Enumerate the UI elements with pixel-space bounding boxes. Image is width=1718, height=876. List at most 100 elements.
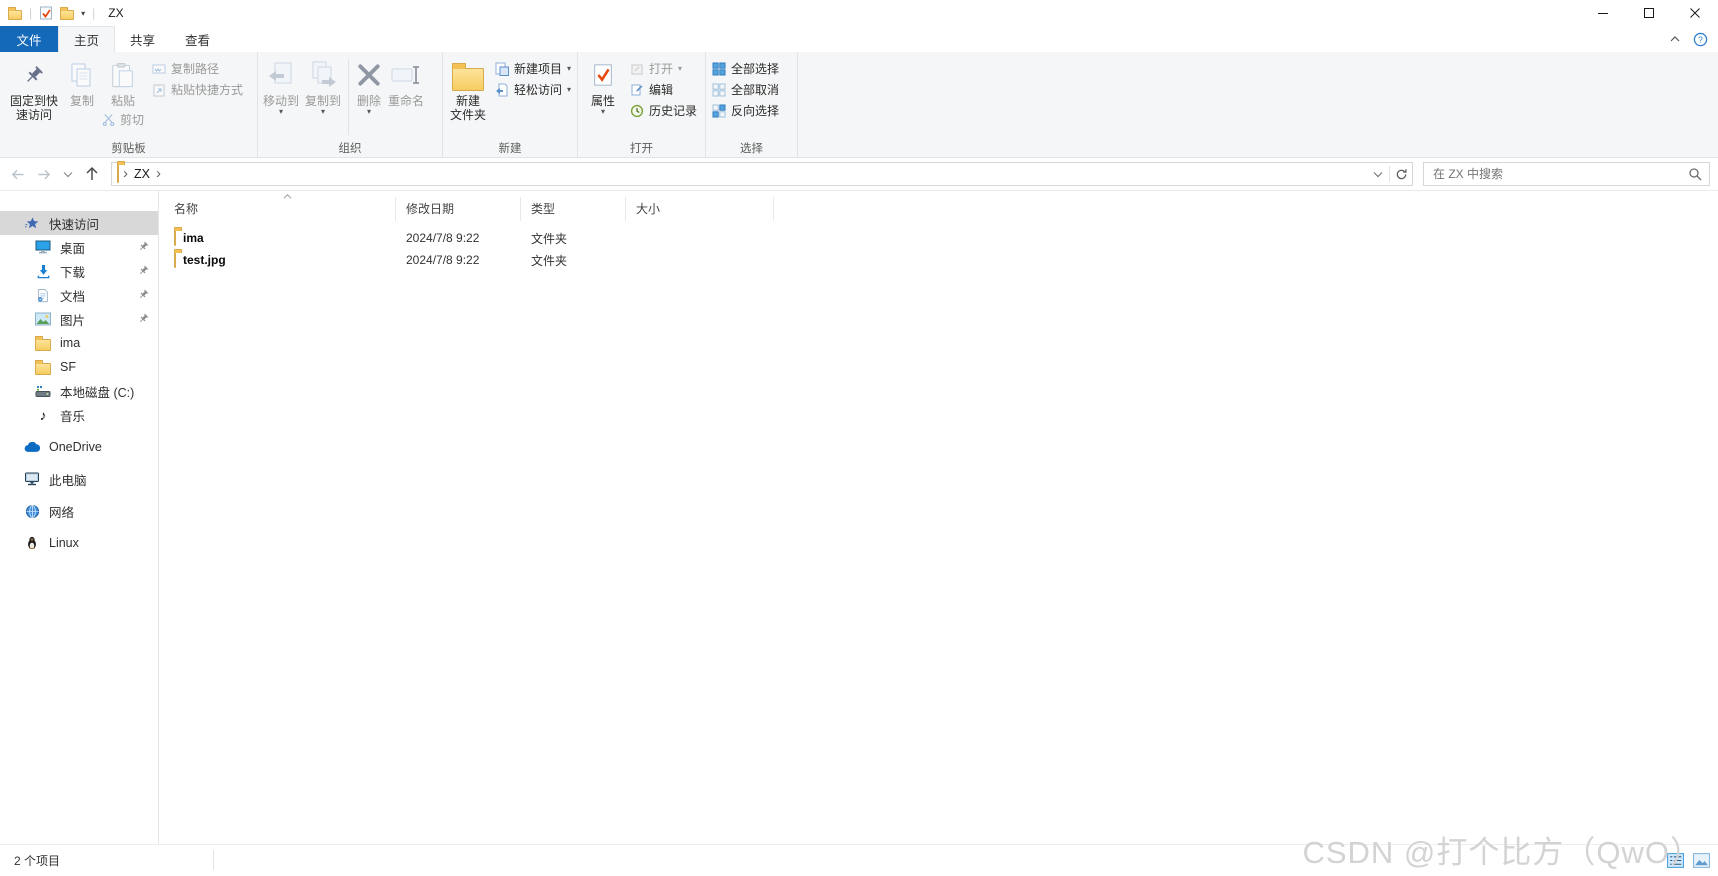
cut-button[interactable]: 剪切 bbox=[98, 109, 148, 130]
window-folder-icon bbox=[8, 10, 22, 20]
download-arrow-icon bbox=[35, 263, 51, 279]
new-item-caret-icon: ▾ bbox=[567, 65, 571, 72]
open-button[interactable]: 打开 ▾ bbox=[626, 58, 701, 79]
sidebar-item-linux[interactable]: Linux bbox=[0, 531, 158, 555]
paste-button[interactable]: 粘贴 bbox=[107, 55, 139, 109]
search-magnifier-icon[interactable] bbox=[1688, 167, 1702, 181]
qat-divider: | bbox=[92, 6, 95, 20]
sidebar-item-pictures[interactable]: 图片 bbox=[0, 307, 158, 331]
address-dropdown-caret-icon[interactable] bbox=[1367, 163, 1389, 185]
recent-locations-caret-icon[interactable] bbox=[58, 162, 78, 186]
sidebar-item-sf[interactable]: SF bbox=[0, 355, 158, 379]
properties-button[interactable]: 属性 ▾ bbox=[580, 55, 626, 116]
delete-caret-icon: ▾ bbox=[367, 108, 371, 115]
properties-caret-icon: ▾ bbox=[601, 108, 605, 115]
history-button[interactable]: 历史记录 bbox=[626, 100, 701, 121]
sidebar-item-c-drive[interactable]: 本地磁盘 (C:) bbox=[0, 379, 158, 403]
select-none-button[interactable]: 全部取消 bbox=[708, 79, 783, 100]
qat-dropdown-caret-icon[interactable]: ▾ bbox=[81, 9, 85, 18]
sidebar-item-onedrive[interactable]: OneDrive bbox=[0, 435, 158, 459]
back-arrow-icon[interactable] bbox=[4, 162, 31, 186]
breadcrumb-chevron-icon[interactable]: › bbox=[152, 165, 165, 184]
paste-shortcut-button[interactable]: 粘贴快捷方式 bbox=[148, 79, 247, 100]
sidebar-item-this-pc[interactable]: 此电脑 bbox=[0, 467, 158, 491]
file-list-pane: 名称 修改日期 类型 大小 ima 2024/7/8 9:22 文件夹 bbox=[160, 191, 1718, 845]
maximize-button[interactable] bbox=[1626, 0, 1672, 26]
move-to-caret-icon: ▾ bbox=[279, 108, 283, 115]
cut-scissors-icon bbox=[102, 113, 115, 126]
move-to-button[interactable]: 移动到 ▾ bbox=[260, 55, 302, 116]
folder-icon bbox=[174, 231, 176, 245]
column-header-name[interactable]: 名称 bbox=[164, 197, 396, 221]
file-row-test-jpg[interactable]: test.jpg 2024/7/8 9:22 文件夹 bbox=[164, 249, 774, 271]
pushpin-icon[interactable] bbox=[138, 289, 149, 300]
close-button[interactable] bbox=[1672, 0, 1718, 26]
breadcrumb-segment[interactable]: ZX bbox=[132, 167, 152, 181]
search-box[interactable] bbox=[1423, 162, 1710, 186]
copy-path-button[interactable]: 复制路径 bbox=[148, 58, 247, 79]
address-bar[interactable]: › ZX › bbox=[111, 162, 1413, 186]
pushpin-icon[interactable] bbox=[138, 313, 149, 324]
picture-icon bbox=[35, 311, 51, 327]
music-note-icon: ♪ bbox=[35, 407, 51, 423]
column-header-size[interactable]: 大小 bbox=[626, 197, 774, 221]
up-arrow-icon[interactable] bbox=[78, 162, 105, 186]
select-group-label: 选择 bbox=[706, 140, 797, 156]
tab-view[interactable]: 查看 bbox=[170, 26, 225, 52]
ribbon-group-clipboard: 固定到快速访问 复制 粘贴 剪切 bbox=[0, 52, 258, 157]
sidebar-item-desktop[interactable]: 桌面 bbox=[0, 235, 158, 259]
sidebar-item-music[interactable]: ♪ 音乐 bbox=[0, 403, 158, 427]
sidebar-item-network[interactable]: 网络 bbox=[0, 499, 158, 523]
edit-button[interactable]: 编辑 bbox=[626, 79, 701, 100]
select-all-button[interactable]: 全部选择 bbox=[708, 58, 783, 79]
clipboard-group-label: 剪贴板 bbox=[0, 140, 257, 156]
new-folder-qat-icon[interactable] bbox=[60, 10, 74, 20]
easy-access-button[interactable]: 轻松访问 ▾ bbox=[491, 79, 575, 100]
copy-icon bbox=[69, 56, 95, 94]
tab-share[interactable]: 共享 bbox=[115, 26, 170, 52]
ribbon-collapse-icon[interactable] bbox=[1669, 35, 1681, 43]
copy-path-icon bbox=[152, 62, 166, 76]
rename-icon bbox=[390, 56, 422, 94]
invert-selection-button[interactable]: 反向选择 bbox=[708, 100, 783, 121]
sort-ascending-icon bbox=[282, 193, 293, 200]
delete-button[interactable]: 删除 ▾ bbox=[353, 55, 385, 116]
pushpin-icon[interactable] bbox=[138, 241, 149, 252]
details-view-icon[interactable] bbox=[1664, 851, 1686, 871]
file-name: test.jpg bbox=[183, 253, 226, 267]
pushpin-icon[interactable] bbox=[138, 265, 149, 276]
navigation-pane: 快速访问 桌面 下载 文档 bbox=[0, 191, 159, 845]
sidebar-item-documents[interactable]: 文档 bbox=[0, 283, 158, 307]
file-row-ima[interactable]: ima 2024/7/8 9:22 文件夹 bbox=[164, 227, 774, 249]
tab-home[interactable]: 主页 bbox=[58, 26, 115, 52]
new-item-button[interactable]: 新建项目 ▾ bbox=[491, 58, 575, 79]
thumbnail-view-icon[interactable] bbox=[1690, 851, 1712, 871]
rename-button[interactable]: 重命名 bbox=[385, 55, 427, 109]
breadcrumb-chevron-icon[interactable]: › bbox=[119, 165, 132, 184]
delete-x-icon bbox=[356, 56, 382, 94]
new-folder-button[interactable]: 新建文件夹 bbox=[445, 55, 491, 123]
column-header-date[interactable]: 修改日期 bbox=[396, 197, 521, 221]
ribbon-tab-row: 文件 主页 共享 查看 ? bbox=[0, 26, 1718, 52]
minimize-button[interactable] bbox=[1580, 0, 1626, 26]
search-input[interactable] bbox=[1431, 166, 1682, 182]
column-headers: 名称 修改日期 类型 大小 bbox=[164, 197, 774, 221]
refresh-icon[interactable] bbox=[1390, 163, 1412, 185]
forward-arrow-icon[interactable] bbox=[31, 162, 58, 186]
window-controls bbox=[1580, 0, 1718, 26]
open-caret-icon: ▾ bbox=[678, 65, 682, 72]
hard-drive-icon bbox=[35, 383, 51, 399]
sidebar-item-quick-access[interactable]: 快速访问 bbox=[0, 211, 158, 235]
sidebar-item-downloads[interactable]: 下载 bbox=[0, 259, 158, 283]
select-all-grid-icon bbox=[712, 62, 726, 76]
pin-to-quick-access-button[interactable]: 固定到快速访问 bbox=[2, 55, 66, 123]
help-icon[interactable]: ? bbox=[1693, 32, 1708, 47]
titlebar: | ▾ | ZX bbox=[0, 0, 1718, 26]
sidebar-item-ima[interactable]: ima bbox=[0, 331, 158, 355]
column-header-type[interactable]: 类型 bbox=[521, 197, 626, 221]
properties-check-icon[interactable] bbox=[39, 6, 53, 20]
copy-button[interactable]: 复制 bbox=[66, 55, 98, 109]
tab-file[interactable]: 文件 bbox=[0, 26, 58, 52]
ribbon-group-select: 全部选择 全部取消 反向选择 选择 bbox=[706, 52, 798, 157]
copy-to-button[interactable]: 复制到 ▾ bbox=[302, 55, 344, 116]
